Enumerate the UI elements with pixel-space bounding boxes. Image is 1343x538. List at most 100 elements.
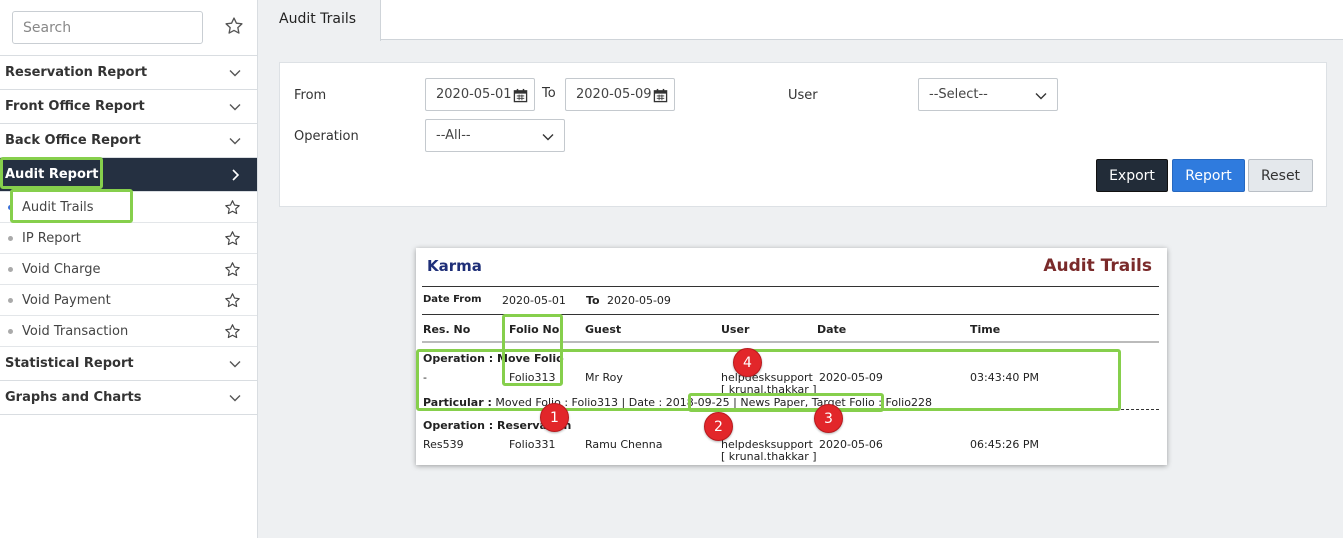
op2-res-no: Res539 — [423, 438, 464, 451]
op2-guest: Ramu Chenna — [585, 438, 663, 451]
menu-back-office-report[interactable]: Back Office Report — [0, 124, 257, 158]
menu-label: Back Office Report — [5, 133, 141, 148]
op2-time: 06:45:26 PM — [970, 438, 1040, 451]
col-folio-no: Folio No — [509, 323, 560, 336]
op1-particular: Particular : Moved Folio : Folio313 | Da… — [423, 396, 932, 409]
from-label: From — [294, 88, 327, 103]
calendar-icon[interactable] — [653, 88, 668, 103]
op1-res-no: - — [423, 371, 427, 384]
reset-button[interactable]: Reset — [1248, 159, 1313, 192]
to-label: To — [542, 86, 556, 101]
operation-select[interactable]: --All-- — [425, 119, 565, 152]
search-input[interactable] — [12, 11, 203, 44]
menu-label: Front Office Report — [5, 99, 145, 114]
sidebar-item-ip-report[interactable]: IP Report — [0, 223, 257, 254]
menu-label: Statistical Report — [5, 356, 134, 371]
sidebar-item-audit-trails[interactable]: Audit Trails — [0, 192, 257, 223]
report-dashed-rule — [422, 409, 1159, 410]
annotation-badge-4: 4 — [733, 348, 762, 377]
op2-folio: Folio331 — [509, 438, 556, 451]
favorite-star-icon[interactable] — [224, 323, 241, 340]
annotation-badge-2: 2 — [704, 412, 733, 441]
report-preview: Karma Audit Trails Date From 2020-05-01 … — [416, 248, 1167, 465]
to-date-value: 2020-05-09 — [576, 87, 652, 102]
op1-folio: Folio313 — [509, 371, 556, 384]
sub-item-label: Void Payment — [22, 292, 111, 308]
report-button[interactable]: Report — [1172, 159, 1245, 192]
from-date-field[interactable]: 2020-05-01 — [425, 78, 535, 111]
operation-label: Operation — [294, 129, 359, 144]
favorite-star-icon[interactable] — [224, 292, 241, 309]
chevron-down-icon — [229, 104, 241, 111]
op2-user-sub: [ krunal.thakkar ] — [721, 450, 817, 463]
bullet-dot — [8, 205, 13, 210]
sidebar-item-void-transaction[interactable]: Void Transaction — [0, 316, 257, 347]
date-from-value: 2020-05-01 — [502, 294, 566, 307]
chevron-down-icon — [229, 395, 241, 402]
chevron-right-icon — [232, 169, 240, 181]
from-date-value: 2020-05-01 — [436, 87, 512, 102]
export-button[interactable]: Export — [1096, 159, 1168, 192]
favorite-star-icon[interactable] — [224, 261, 241, 278]
search-row — [0, 0, 257, 56]
op1-time: 03:43:40 PM — [970, 371, 1040, 384]
report-company: Karma — [427, 257, 482, 275]
operation-select-value: --All-- — [436, 128, 471, 143]
col-date: Date — [817, 323, 847, 336]
favorite-star-icon[interactable] — [224, 16, 244, 36]
op1-label: Operation : Move Folio — [423, 352, 564, 365]
date-from-label: Date From — [423, 294, 482, 305]
menu-graphs-and-charts[interactable]: Graphs and Charts — [0, 381, 257, 415]
tab-audit-trails[interactable]: Audit Trails — [258, 0, 381, 41]
annotation-badge-3: 3 — [814, 404, 843, 433]
col-res-no: Res. No — [423, 323, 471, 336]
report-rule — [422, 286, 1159, 287]
favorite-star-icon[interactable] — [224, 230, 241, 247]
favorite-star-icon[interactable] — [224, 199, 241, 216]
op2-date: 2020-05-06 — [819, 438, 883, 451]
col-guest: Guest — [585, 323, 622, 336]
sub-item-label: IP Report — [22, 230, 81, 246]
op1-date: 2020-05-09 — [819, 371, 883, 384]
menu-label: Graphs and Charts — [5, 390, 142, 405]
report-rule — [422, 314, 1159, 315]
date-to-label: To — [586, 294, 600, 307]
menu-audit-report[interactable]: Audit Report — [0, 158, 257, 192]
sub-item-label: Audit Trails — [22, 199, 94, 215]
annotation-badge-1: 1 — [540, 403, 569, 432]
user-label: User — [788, 88, 818, 103]
op1-guest: Mr Roy — [585, 371, 623, 384]
col-user: User — [721, 323, 750, 336]
op1-particular-label: Particular : — [423, 396, 492, 409]
bullet-dot — [8, 236, 13, 241]
sidebar: Reservation Report Front Office Report B… — [0, 0, 258, 538]
user-select[interactable]: --Select-- — [918, 78, 1058, 111]
op1-user-sub: [ krunal.thakkar ] — [721, 383, 817, 396]
sidebar-item-void-payment[interactable]: Void Payment — [0, 285, 257, 316]
user-select-value: --Select-- — [929, 87, 988, 102]
tab-bar: Audit Trails — [258, 0, 1343, 41]
bullet-dot — [8, 267, 13, 272]
to-date-field[interactable]: 2020-05-09 — [565, 78, 675, 111]
sub-item-label: Void Transaction — [22, 323, 129, 339]
tab-label: Audit Trails — [279, 11, 357, 27]
menu-reservation-report[interactable]: Reservation Report — [0, 56, 257, 90]
chevron-down-icon — [1035, 93, 1047, 100]
menu-front-office-report[interactable]: Front Office Report — [0, 90, 257, 124]
tab-bar-fill — [381, 0, 1343, 39]
col-time: Time — [970, 323, 1001, 336]
date-to-value: 2020-05-09 — [607, 294, 671, 307]
chevron-down-icon — [542, 134, 554, 141]
bullet-dot — [8, 329, 13, 334]
report-title: Audit Trails — [1043, 256, 1152, 276]
menu-label: Reservation Report — [5, 65, 148, 80]
report-header-rule — [422, 341, 1159, 343]
calendar-icon[interactable] — [513, 88, 528, 103]
sidebar-item-void-charge[interactable]: Void Charge — [0, 254, 257, 285]
chevron-down-icon — [229, 361, 241, 368]
menu-statistical-report[interactable]: Statistical Report — [0, 347, 257, 381]
chevron-down-icon — [229, 70, 241, 77]
bullet-dot — [8, 298, 13, 303]
filter-panel: From 2020-05-01 To 2020-05-09 User --Sel… — [279, 62, 1327, 207]
menu-label: Audit Report — [5, 167, 99, 182]
